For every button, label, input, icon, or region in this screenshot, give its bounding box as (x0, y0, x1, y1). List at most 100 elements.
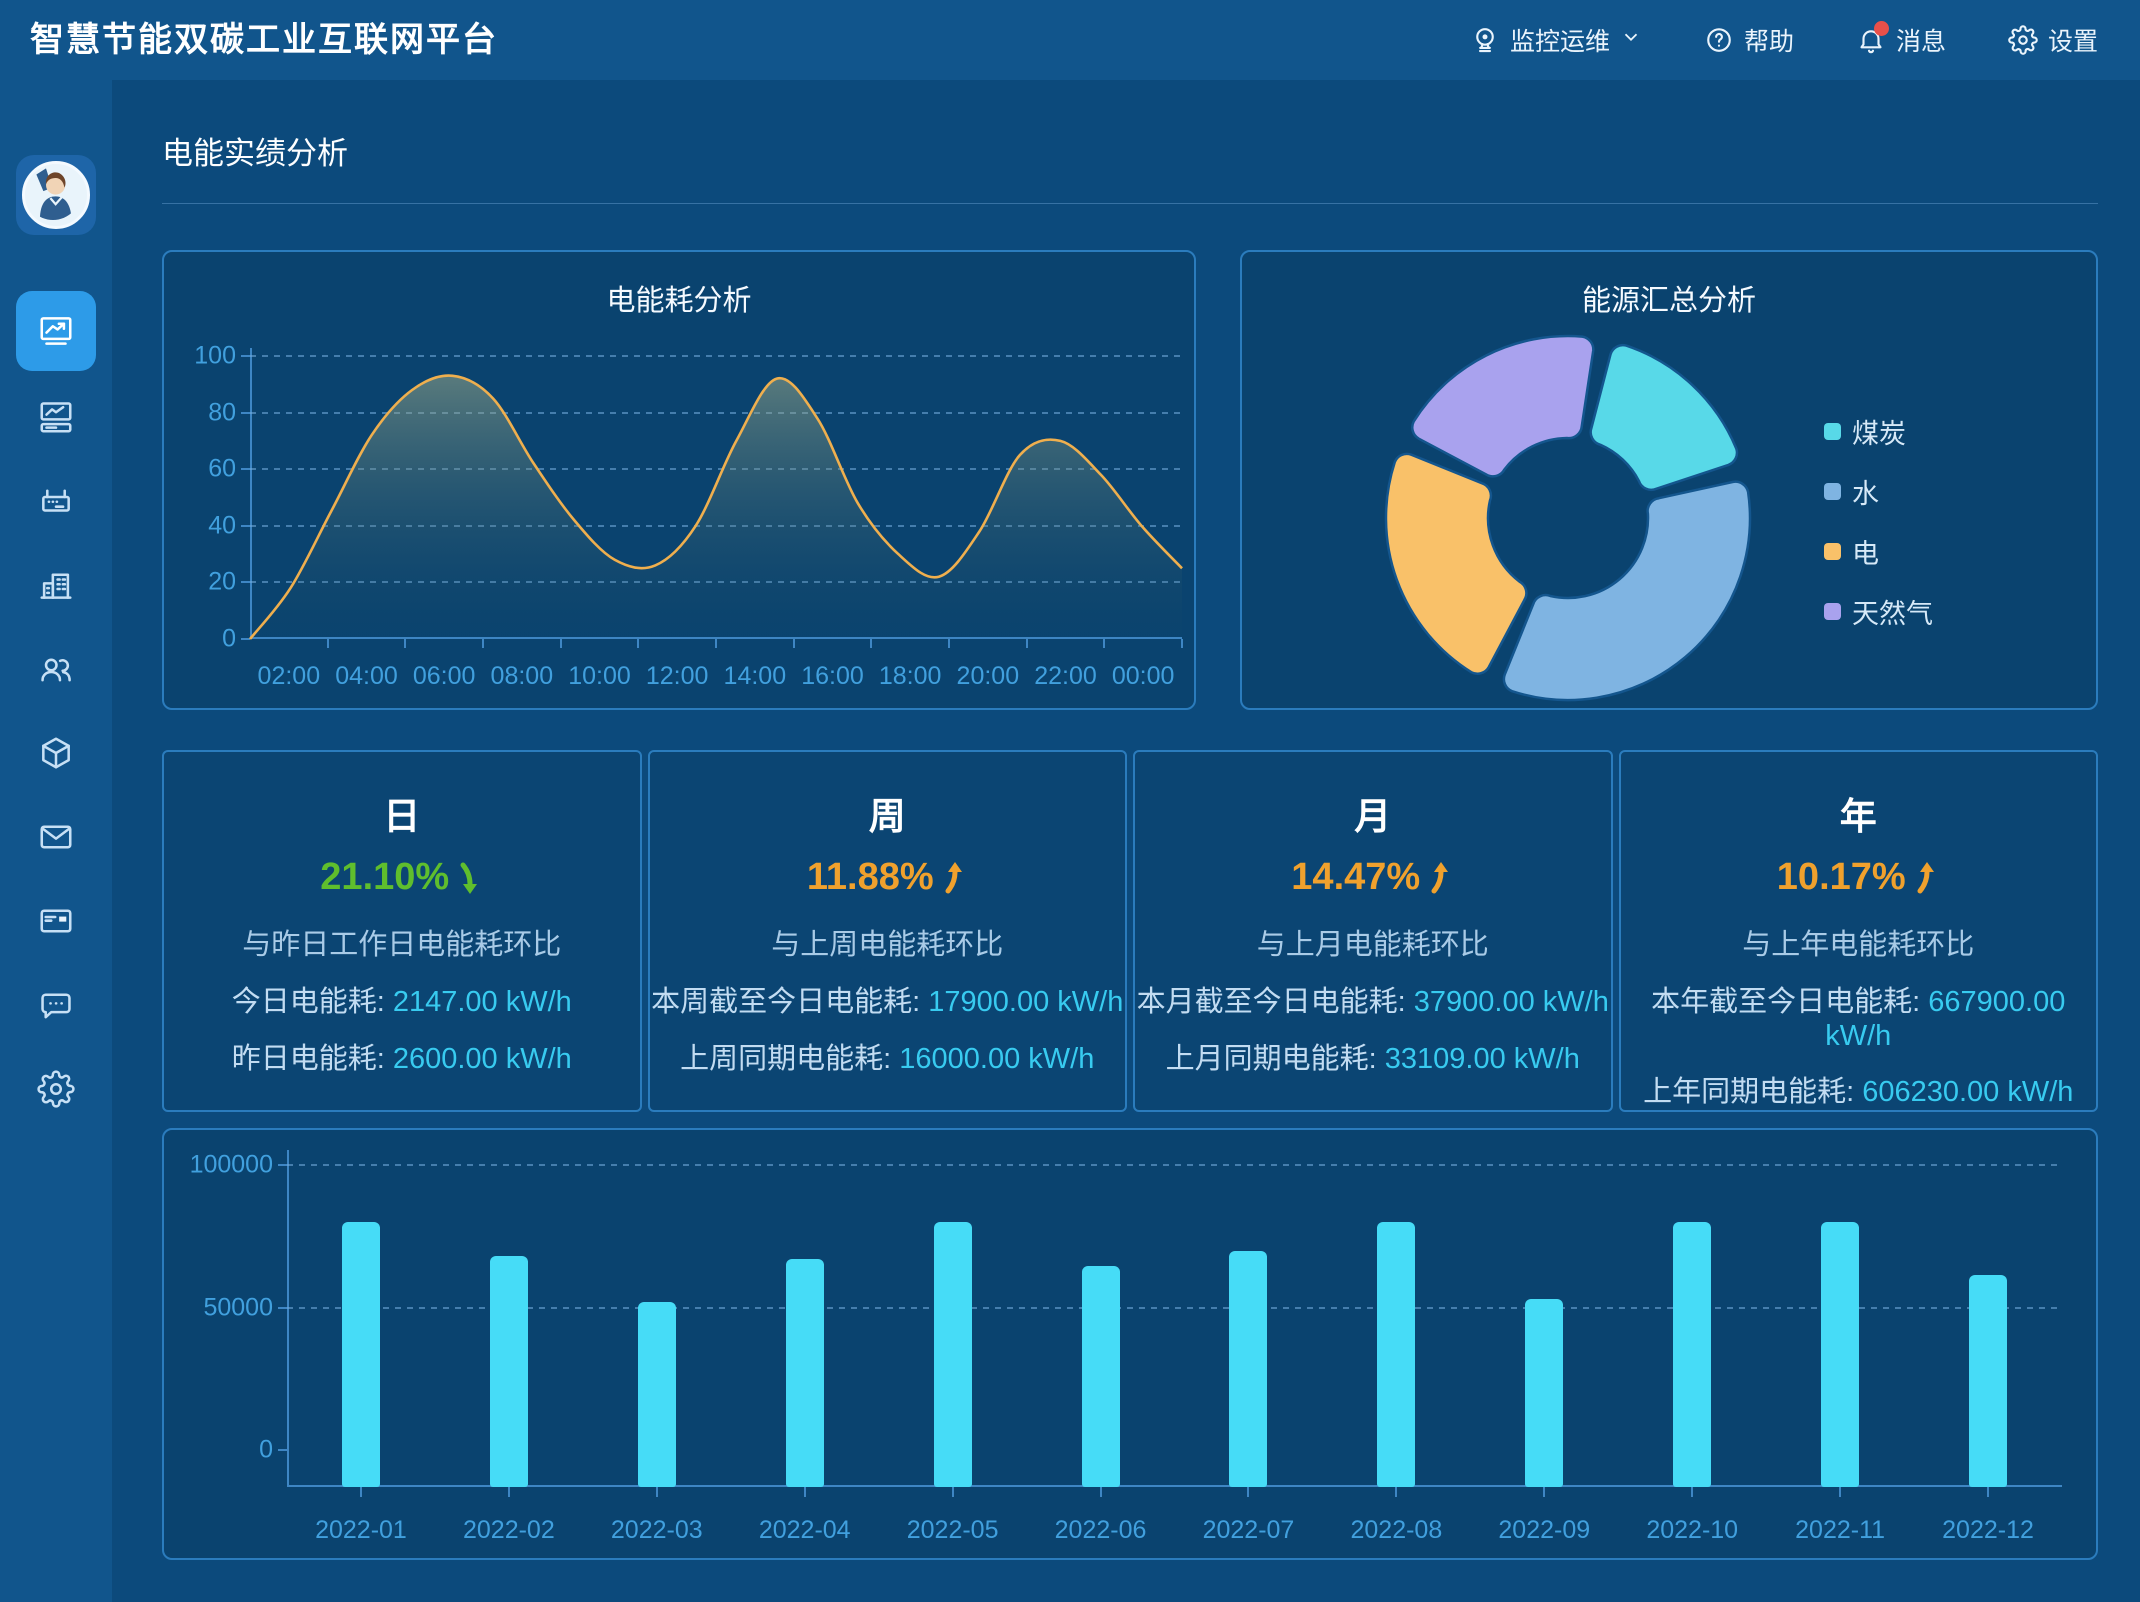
users-icon (37, 650, 75, 688)
header-menu-help[interactable]: 帮助 (1704, 22, 1794, 58)
bar-2022-03 (638, 1302, 676, 1487)
x-tick-label: 2022-09 (1470, 1516, 1618, 1545)
x-tick (1839, 1487, 1841, 1497)
page-title: 电能实绩分析 (162, 128, 348, 173)
sidebar-item-billing[interactable] (16, 879, 96, 963)
legend-item-电[interactable]: 电 (1824, 532, 1933, 571)
x-tick-label: 2022-11 (1766, 1516, 1914, 1545)
stat-value: 33109.00 kW/h (1385, 1043, 1580, 1075)
sidebar-item-mail[interactable] (16, 795, 96, 879)
x-tick-label: 2022-10 (1618, 1516, 1766, 1545)
app-root: 智慧节能双碳工业互联网平台 监控运维 帮助 消息 设置 (0, 0, 2140, 1602)
header-menu: 监控运维 帮助 消息 设置 (1470, 0, 2098, 80)
legend-item-水[interactable]: 水 (1824, 472, 1933, 511)
x-tick-label: 2022-02 (435, 1516, 583, 1545)
bell-icon (1856, 25, 1886, 55)
menu-label: 设置 (2048, 22, 2098, 58)
donut-chart (1242, 252, 2100, 712)
sidebar-item-energy-analysis[interactable] (16, 291, 96, 371)
y-tick (241, 638, 250, 640)
stat-card-日: 日21.10%与昨日工作日电能耗环比今日电能耗: 2147.00 kW/h昨日电… (162, 750, 642, 1112)
sidebar-item-assets[interactable] (16, 711, 96, 795)
x-tick (1103, 639, 1105, 648)
header-menu-monitor-ops[interactable]: 监控运维 (1470, 22, 1642, 58)
comparison-desc: 与上年电能耗环比 (1621, 921, 2097, 963)
line-chart-title: 电能耗分析 (164, 277, 1194, 319)
donut-segment-水 (1504, 482, 1750, 700)
gear-icon (2008, 25, 2038, 55)
x-tick-label: 00:00 (1104, 662, 1182, 691)
y-tick-label: 40 (172, 511, 236, 540)
monitor-chart-icon (37, 398, 75, 436)
stat-label: 今日电能耗: (232, 986, 385, 1018)
period-label: 月 (1135, 786, 1611, 840)
y-tick (241, 468, 250, 470)
building-icon (37, 566, 75, 604)
sidebar-item-enterprise[interactable] (16, 543, 96, 627)
period-label: 年 (1621, 786, 2097, 840)
x-tick-label: 08:00 (483, 662, 561, 691)
user-avatar[interactable] (16, 155, 96, 235)
legend-swatch (1824, 543, 1841, 560)
app-title: 智慧节能双碳工业互联网平台 (30, 0, 498, 80)
period-label: 周 (650, 786, 1126, 840)
bar-2022-08 (1377, 1222, 1415, 1487)
gateway-icon (37, 482, 75, 520)
energy-line-chart-card: 电能耗分析 02040608010002:0004:0006:0008:0010… (162, 250, 1196, 710)
unread-badge (1874, 21, 1889, 36)
x-tick-label: 2022-08 (1322, 1516, 1470, 1545)
bar-2022-04 (786, 1259, 824, 1487)
y-tick (278, 1307, 287, 1309)
stat-value: 2600.00 kW/h (393, 1043, 572, 1075)
trend-chart-icon (37, 312, 75, 350)
percent-value: 14.47% (1135, 856, 1611, 899)
stat-value: 17900.00 kW/h (928, 986, 1123, 1018)
bar-2022-06 (1082, 1266, 1120, 1487)
stat-value: 606230.00 kW/h (1862, 1076, 2073, 1108)
stat-row: 昨日电能耗: 2600.00 kW/h (164, 1035, 640, 1077)
x-tick (656, 1487, 658, 1497)
bar-2022-11 (1821, 1222, 1859, 1487)
legend-swatch (1824, 603, 1841, 620)
legend-label: 煤炭 (1852, 412, 1906, 451)
legend-item-煤炭[interactable]: 煤炭 (1824, 412, 1933, 451)
comparison-desc: 与上周电能耗环比 (650, 921, 1126, 963)
legend-item-天然气[interactable]: 天然气 (1824, 592, 1933, 631)
monthly-bar-chart-card: 0500001000002022-012022-022022-032022-04… (162, 1128, 2098, 1560)
period-label: 日 (164, 786, 640, 840)
comparison-desc: 与上月电能耗环比 (1135, 921, 1611, 963)
x-tick-label: 2022-01 (287, 1516, 435, 1545)
x-tick (870, 639, 872, 648)
legend-swatch (1824, 423, 1841, 440)
energy-donut-chart-card: 能源汇总分析 煤炭水电天然气 (1240, 250, 2098, 710)
x-tick (948, 639, 950, 648)
y-tick-label: 50000 (179, 1293, 273, 1322)
sidebar-item-feedback[interactable] (16, 963, 96, 1047)
x-tick (793, 639, 795, 648)
sidebar-item-system-settings[interactable] (16, 1047, 96, 1131)
donut-segment-煤炭 (1591, 345, 1737, 490)
trend-up-arrow-icon (1428, 862, 1454, 894)
percent-value: 21.10% (164, 856, 640, 899)
main-content: 电能实绩分析 电能耗分析 02040608010002:0004:0006:00… (112, 80, 2140, 1602)
sidebar-item-devices[interactable] (16, 459, 96, 543)
sidebar-item-dashboard[interactable] (16, 375, 96, 459)
x-tick (482, 639, 484, 648)
stat-value: 2147.00 kW/h (393, 986, 572, 1018)
x-tick-label: 12:00 (638, 662, 716, 691)
stat-row: 上年同期电能耗: 606230.00 kW/h (1621, 1068, 2097, 1110)
menu-label: 消息 (1896, 22, 1946, 58)
header-menu-messages[interactable]: 消息 (1856, 22, 1946, 58)
sidebar (0, 80, 112, 1602)
legend-label: 天然气 (1852, 592, 1933, 631)
gridline (287, 1164, 2062, 1166)
donut-legend: 煤炭水电天然气 (1824, 412, 1933, 652)
x-tick-label: 20:00 (949, 662, 1027, 691)
y-tick-label: 100000 (179, 1151, 273, 1180)
y-tick (278, 1449, 287, 1451)
percent-value: 11.88% (650, 856, 1126, 899)
header-menu-settings[interactable]: 设置 (2008, 22, 2098, 58)
sidebar-item-users[interactable] (16, 627, 96, 711)
trend-up-arrow-icon (1914, 862, 1940, 894)
y-tick (241, 581, 250, 583)
